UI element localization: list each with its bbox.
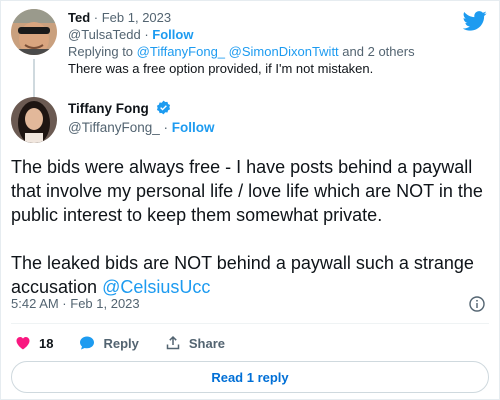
twitter-bird-icon[interactable]: [463, 11, 487, 31]
reply-author-handle[interactable]: @TulsaTedd: [68, 27, 141, 42]
reply-follow-link[interactable]: Follow: [152, 27, 193, 42]
share-label: Share: [188, 335, 226, 351]
verified-badge-icon: [156, 100, 170, 115]
like-button[interactable]: 18: [15, 335, 53, 351]
main-tweet-text: The bids were always free - I have posts…: [11, 155, 487, 299]
reply-author-name[interactable]: Ted: [68, 10, 90, 25]
actions-divider: [11, 323, 489, 324]
replying-prefix: Replying to: [68, 44, 134, 59]
ted-avatar[interactable]: [11, 9, 57, 55]
embedded-tweet-card: Ted · Feb 1, 2023 @TulsaTedd · Follow Re…: [0, 0, 500, 400]
tweet-timestamp[interactable]: 5:42 AM · Feb 1, 2023: [11, 296, 140, 311]
tweet-paragraph-1: The bids were always free - I have posts…: [11, 157, 483, 225]
replying-mention-2[interactable]: @SimonDixonTwitt: [229, 44, 339, 59]
tweet-meta-row: 5:42 AM · Feb 1, 2023: [11, 296, 489, 316]
main-follow-link[interactable]: Follow: [172, 120, 215, 135]
reply-date[interactable]: Feb 1, 2023: [102, 10, 171, 25]
heart-icon: [16, 337, 30, 350]
reply-label: Reply: [103, 335, 139, 351]
celsius-mention-link[interactable]: @CelsiusUcc: [102, 277, 210, 297]
reply-button[interactable]: Reply: [79, 335, 139, 351]
like-count: 18: [39, 335, 54, 351]
info-icon[interactable]: [469, 296, 485, 312]
tweet-actions: 18 Reply Share: [15, 333, 251, 353]
share-icon: [166, 335, 180, 350]
replied-tweet: Ted · Feb 1, 2023 @TulsaTedd · Follow Re…: [11, 9, 459, 99]
avatar-portrait-icon: [11, 97, 57, 143]
tweet-paragraph-2-text: The leaked bids are NOT behind a paywall…: [11, 253, 474, 297]
read-replies-button[interactable]: Read 1 reply: [11, 361, 489, 393]
reply-bubble-icon: [80, 336, 95, 350]
avatar-sunglasses-icon: [11, 9, 57, 55]
tiffany-avatar[interactable]: [11, 97, 57, 143]
share-button[interactable]: Share: [165, 335, 225, 351]
tweet-paragraph-2: The leaked bids are NOT behind a paywall…: [11, 251, 487, 299]
main-author-name[interactable]: Tiffany Fong: [68, 101, 149, 116]
main-tweet-header: Tiffany Fong @TiffanyFong_ · Follow: [11, 97, 489, 145]
reply-tweet-text: There was a free option provided, if I'm…: [68, 61, 374, 76]
replying-suffix[interactable]: and 2 others: [342, 44, 414, 59]
main-author-handle[interactable]: @TiffanyFong_: [68, 120, 160, 135]
replying-mention-1[interactable]: @TiffanyFong_: [137, 44, 225, 59]
thread-connector-line: [33, 59, 35, 99]
